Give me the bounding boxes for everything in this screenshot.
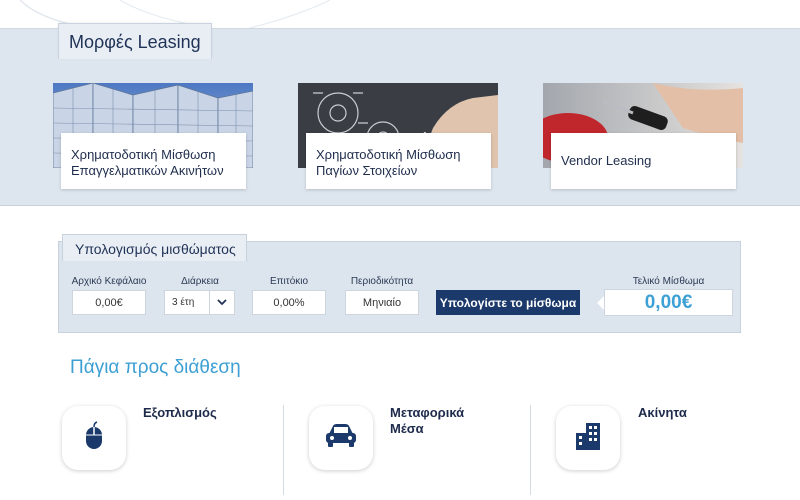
caption-line-2: Παγίων Στοιχείων (316, 163, 418, 178)
leasing-card-caption: Χρηματοδοτική Μίσθωση Παγίων Στοιχείων (306, 133, 491, 189)
asset-vehicles-link[interactable]: Μεταφορικά Μέσα (390, 405, 464, 437)
asset-label-line-1: Εξοπλισμός (143, 405, 217, 420)
asset-label-line-2: Μέσα (390, 421, 424, 436)
duration-label: Διάρκεια (181, 276, 219, 287)
asset-equipment-link[interactable]: Εξοπλισμός (143, 405, 217, 421)
leasing-card-caption: Χρηματοδοτική Μίσθωση Επαγγελματικών Ακι… (61, 133, 246, 189)
chevron-down-icon (209, 291, 234, 314)
assets-section-title: Πάγια προς διάθεση (70, 357, 241, 378)
leasing-card-vendor[interactable]: Vendor Leasing (543, 83, 743, 189)
caption-line-1: Χρηματοδοτική Μίσθωση (316, 147, 461, 162)
mouse-icon (84, 420, 104, 456)
interest-rate-input[interactable]: 0,00% (252, 290, 326, 315)
initial-capital-label: Αρχικό Κεφάλαιο (71, 276, 147, 287)
frequency-select[interactable]: Μηνιαίο (345, 290, 419, 315)
duration-select[interactable]: 3 έτη (164, 290, 235, 315)
calculate-rent-button[interactable]: Υπολογίστε το μίσθωμα (436, 290, 580, 315)
asset-label-line-1: Ακίνητα (638, 405, 687, 420)
car-icon (324, 423, 358, 454)
building-icon (573, 421, 603, 456)
caption-line-1: Vendor Leasing (561, 153, 652, 168)
frequency-label: Περιοδικότητα (350, 276, 414, 287)
leasing-section-title: Μορφές Leasing (58, 23, 212, 59)
frequency-value: Μηνιαίο (362, 296, 402, 309)
asset-real-estate-link[interactable]: Ακίνητα (638, 405, 687, 421)
caption-line-2: Επαγγελματικών Ακινήτων (71, 163, 224, 178)
initial-capital-input[interactable]: 0,00€ (72, 290, 146, 315)
result-pointer (597, 296, 604, 310)
final-rent-label: Τελικό Μίσθωμα (632, 276, 705, 287)
leasing-card-real-estate[interactable]: Χρηματοδοτική Μίσθωση Επαγγελματικών Ακι… (53, 83, 253, 189)
leasing-card-fixed-assets[interactable]: Χρηματοδοτική Μίσθωση Παγίων Στοιχείων (298, 83, 498, 189)
asset-real-estate-icon-tile[interactable] (556, 406, 620, 470)
final-rent-value: 0,00€ (644, 291, 693, 313)
interest-rate-label: Επιτόκιο (269, 276, 309, 287)
calculator-title: Υπολογισμός μισθώματος (62, 234, 247, 261)
asset-label-line-1: Μεταφορικά (390, 405, 465, 420)
initial-capital-value: 0,00€ (95, 296, 123, 309)
divider (283, 405, 284, 495)
final-rent-output: 0,00€ (604, 289, 733, 316)
leasing-card-caption: Vendor Leasing (551, 133, 736, 189)
asset-vehicles-icon-tile[interactable] (309, 406, 373, 470)
interest-rate-value: 0,00% (273, 296, 305, 309)
duration-value: 3 έτη (172, 297, 195, 308)
caption-line-1: Χρηματοδοτική Μίσθωση (71, 147, 216, 162)
asset-equipment-icon-tile[interactable] (62, 406, 126, 470)
divider (530, 405, 531, 495)
